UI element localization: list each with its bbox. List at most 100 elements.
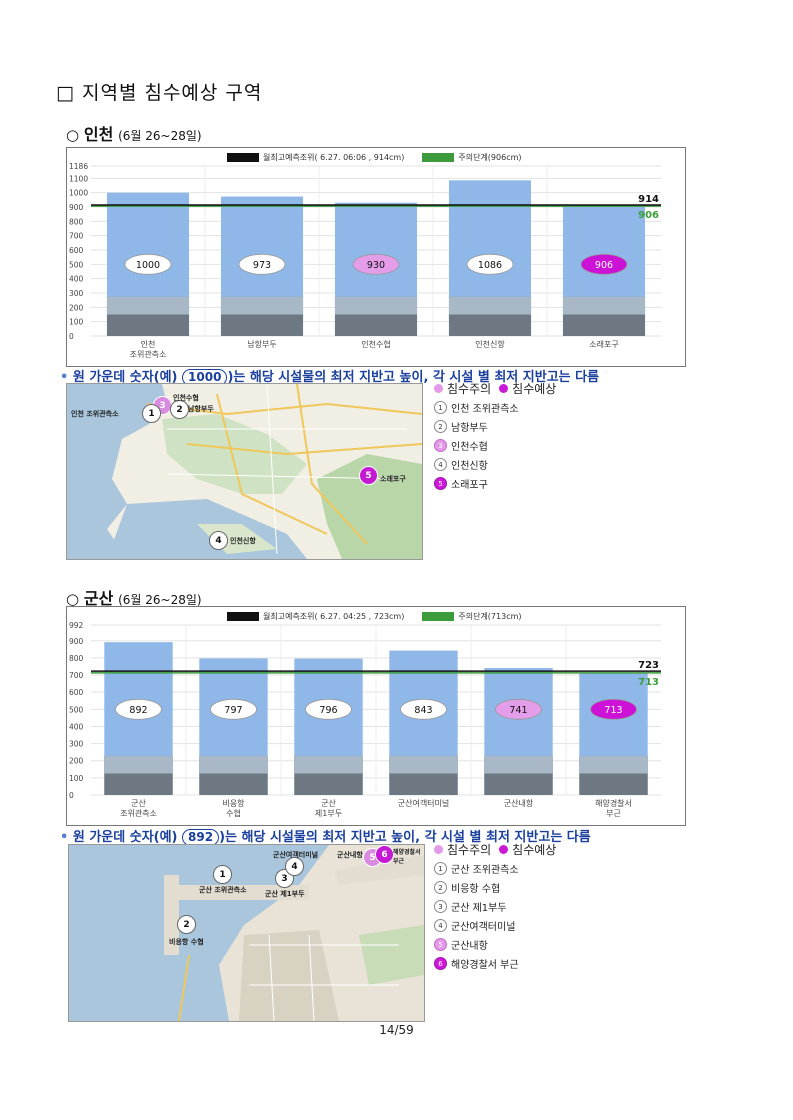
y-tick-label: 600 — [69, 688, 84, 697]
bar-chart-svg: 992 900 800 700 600 500 400 300 200 100 0 892 군산조위관측… — [69, 621, 661, 818]
map-pin-5[interactable]: 5 — [359, 466, 378, 485]
y-tick-label: 300 — [69, 740, 84, 749]
value-label: 973 — [253, 260, 271, 271]
map-legend-item: 1 인천 조위관측소 — [434, 398, 556, 417]
category-label: 남항부두 — [247, 340, 276, 349]
bar-photo-sky — [106, 296, 190, 315]
map-pin-2[interactable]: 2 — [177, 915, 196, 934]
bar-photo-sky — [562, 296, 646, 315]
category-label: 조위관측소 — [120, 808, 157, 818]
map-label-2: 비응항 수협 — [169, 938, 204, 946]
map-pin-icon: 3 — [434, 900, 447, 913]
map-label-3: 군산 제1부두 — [265, 890, 305, 898]
map-legend-label: 군산여객터미널 — [451, 922, 516, 933]
value-label: 1086 — [478, 260, 502, 271]
map-pin-6[interactable]: 6 — [375, 845, 394, 864]
section-period: (6월 26~28일) — [118, 129, 202, 143]
caution-line-label: 906 — [638, 210, 659, 221]
category-label: 군산여객터미널 — [398, 798, 450, 808]
map-pin-icon: 3 — [434, 439, 447, 452]
y-tick-label: 500 — [69, 705, 84, 714]
y-tick-label: 500 — [69, 260, 84, 269]
map-legend-item: 6 해양경찰서 부근 — [434, 954, 556, 973]
value-label: 843 — [414, 705, 432, 716]
map-label-1: 인천 조위관측소 — [71, 410, 119, 418]
value-label: 906 — [595, 260, 613, 271]
map-legend-item: 5 군산내항 — [434, 935, 556, 954]
map-gunsan[interactable]: 1 2 3 4 5 6 군산 조위관측소 비응항 수협 군산 제1부두 군산여객… — [68, 844, 425, 1022]
y-tick-label: 100 — [69, 774, 84, 783]
map-legend-header: 침수주의 침수예상 — [434, 840, 556, 859]
category-label: 군산내항 — [504, 798, 534, 808]
map-pin-1[interactable]: 1 — [213, 865, 232, 884]
map-legend-incheon: 침수주의 침수예상 1 인천 조위관측소 2 남항부두 3 인천수협 4 인천신항 5 소래포구 — [434, 379, 556, 493]
y-tick-label: 800 — [69, 217, 84, 226]
map-legend-label: 군산 조위관측소 — [451, 865, 519, 876]
map-legend-item: 2 남항부두 — [434, 417, 556, 436]
category-label: 비응항 — [222, 799, 245, 808]
category-label: 군산 — [131, 798, 146, 808]
map-label-2: 남항부두 — [188, 405, 214, 413]
map-pin-1[interactable]: 1 — [142, 404, 161, 423]
map-label-6: 해양경찰서 부근 — [393, 849, 421, 865]
map-legend-list: 1 인천 조위관측소 2 남항부두 3 인천수협 4 인천신항 5 소래포구 — [434, 398, 556, 493]
page-number: 14/59 — [379, 1023, 414, 1037]
bar-photo-sky — [220, 296, 304, 315]
map-label-5: 소래포구 — [380, 475, 406, 483]
map-label-4: 군산여객터미널 — [273, 851, 319, 859]
y-tick-label: 800 — [69, 654, 84, 663]
map-pin-icon: 4 — [434, 458, 447, 471]
section-period: (6월 26~28일) — [118, 593, 202, 607]
legend-flood-label: 침수예상 — [512, 843, 557, 857]
map-legend-label: 인천수협 — [451, 442, 488, 453]
map-legend-label: 군산내항 — [451, 941, 488, 952]
bar-photo-sky — [389, 755, 458, 774]
y-tick-label: 400 — [69, 275, 84, 284]
map-legend-item: 4 인천신항 — [434, 455, 556, 474]
map-pin-icon: 2 — [434, 881, 447, 894]
page-title: □ 지역별 침수예상 구역 — [56, 82, 263, 104]
y-tick-label: 200 — [69, 757, 84, 766]
flood-dot-icon — [499, 384, 509, 393]
value-label: 797 — [224, 705, 242, 716]
peak-line-label: 723 — [638, 660, 659, 671]
map-label-1: 군산 조위관측소 — [199, 886, 247, 894]
section-title-incheon: ○ 인천 (6월 26~28일) — [66, 121, 202, 145]
section-region: 인천 — [83, 125, 114, 144]
map-pin-icon: 1 — [434, 401, 447, 414]
map-legend-gunsan: 침수주의 침수예상 1 군산 조위관측소 2 비응항 수협 3 군산 제1부두 4 군산여객터… — [434, 840, 556, 973]
note-text-pre: 원 가운데 숫자(예) — [72, 830, 178, 845]
map-pin-icon: 4 — [434, 919, 447, 932]
y-tick-label: 200 — [69, 303, 84, 312]
category-label: 군산 — [321, 798, 336, 808]
map-legend-label: 소래포구 — [451, 480, 488, 491]
y-tick-label: 900 — [69, 637, 84, 646]
category-label: 부근 — [606, 809, 621, 818]
map-legend-label: 남항부두 — [451, 423, 488, 434]
map-legend-list: 1 군산 조위관측소 2 비응항 수협 3 군산 제1부두 4 군산여객터미널 5 군산내항 6 해양… — [434, 859, 556, 973]
map-incheon[interactable]: 3 1 2 5 4 인천 조위관측소 남항부두 인천수협 소래포구 인천신항 — [66, 383, 423, 560]
y-tick-label: 600 — [69, 246, 84, 255]
value-label: 796 — [319, 705, 337, 716]
peak-line-label: 914 — [638, 194, 659, 205]
value-label: 1000 — [136, 260, 160, 271]
bar-photo-sky — [579, 755, 648, 774]
y-tick-label: 700 — [69, 671, 84, 680]
value-label: 741 — [509, 705, 527, 716]
map-legend-header: 침수주의 침수예상 — [434, 379, 556, 398]
map-pin-4[interactable]: 4 — [209, 531, 228, 550]
map-label-4: 인천신항 — [230, 537, 256, 545]
bar-photo-sky — [484, 755, 553, 774]
legend-warn-label: 침수주의 — [447, 843, 492, 857]
category-label: 소래포구 — [589, 340, 618, 349]
map-legend-item: 2 비응항 수협 — [434, 878, 556, 897]
value-label: 892 — [129, 705, 147, 716]
map-pin-icon: 1 — [434, 862, 447, 875]
category-label: 해양경찰서 — [595, 798, 632, 808]
y-tick-label: 300 — [69, 289, 84, 298]
chart-incheon: 월최고예측조위( 6.27. 06:06 , 914cm) 주의단계(906cm… — [66, 147, 686, 367]
map-legend-item: 3 군산 제1부두 — [434, 897, 556, 916]
y-tick-label: 1000 — [69, 189, 88, 198]
category-label: 인천신항 — [475, 339, 505, 349]
y-tick-label: 0 — [69, 332, 74, 341]
